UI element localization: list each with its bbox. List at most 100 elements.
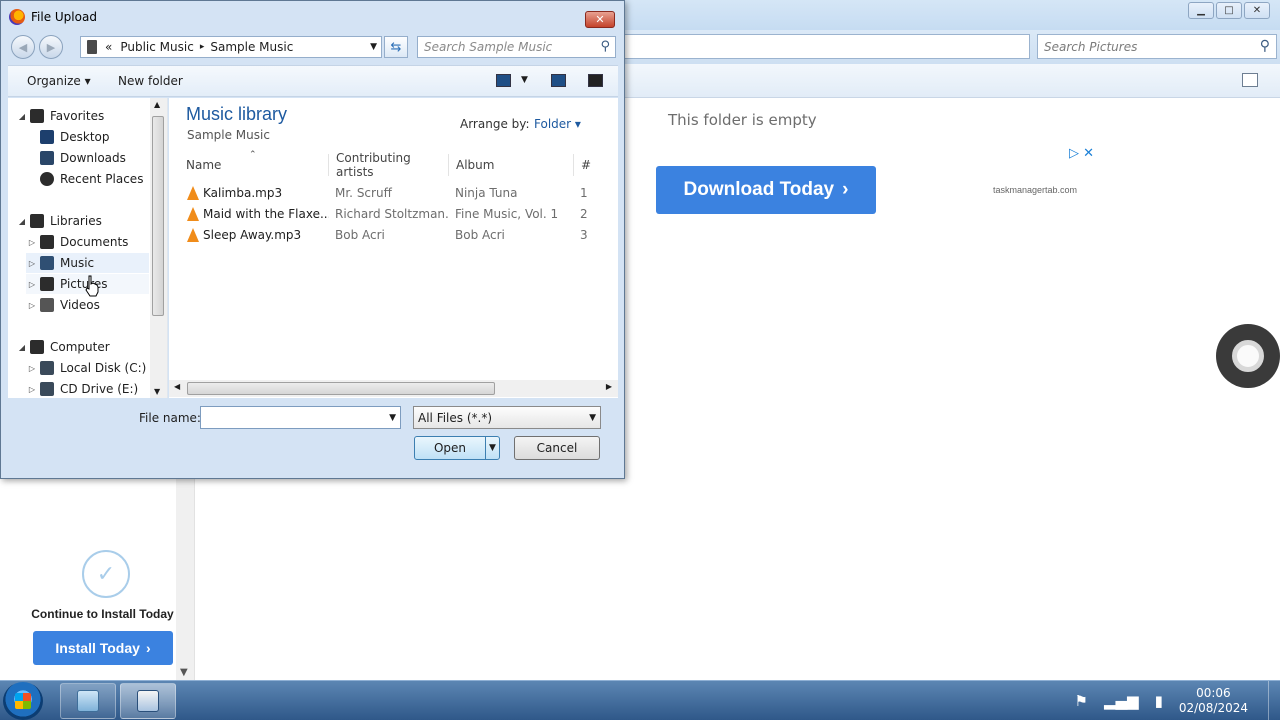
column-header-artists[interactable]: Contributing artists [329, 151, 449, 179]
expand-triangle-icon[interactable]: ▷ [26, 385, 38, 394]
arrange-by-dropdown[interactable]: Folder ▾ [534, 117, 581, 131]
check-icon: ✓ [96, 561, 116, 587]
nav-downloads[interactable]: Downloads [26, 148, 126, 168]
chevron-down-icon[interactable]: ▼ [389, 413, 396, 423]
nav-favorites[interactable]: ◢ Favorites [16, 106, 104, 126]
expand-triangle-icon[interactable]: ▷ [26, 301, 38, 310]
file-list-pane: Music library Sample Music Arrange by: F… [169, 98, 618, 398]
nav-videos[interactable]: ▷ Videos [26, 295, 100, 315]
forward-button[interactable]: ▶ [39, 35, 63, 59]
explorer-left-scrollbar[interactable]: ▼ [176, 478, 194, 680]
download-today-button[interactable]: Download Today › [656, 166, 876, 214]
explorer-search-input[interactable]: Search Pictures ⚲ [1037, 34, 1277, 59]
file-type-filter[interactable]: All Files (*.*) ▼ [413, 406, 601, 429]
vlc-file-icon [187, 207, 199, 221]
start-button[interactable] [3, 682, 43, 720]
maximize-button[interactable]: □ [1216, 2, 1242, 19]
file-row[interactable]: Sleep Away.mp3 Bob Acri Bob Acri 3 [179, 225, 609, 245]
cancel-button[interactable]: Cancel [514, 436, 600, 460]
close-button[interactable]: ✕ [1244, 2, 1270, 19]
chevron-down-icon[interactable]: ▼ [589, 413, 596, 423]
ad-domain: taskmanagertab.com [993, 185, 1078, 195]
open-options-dropdown-icon[interactable]: ▼ [485, 437, 499, 459]
dialog-toolbar: Organize ▾ New folder ▼ [8, 65, 618, 97]
file-row[interactable]: Kalimba.mp3 Mr. Scruff Ninja Tuna 1 [179, 183, 609, 203]
minimize-button[interactable]: ▁ [1188, 2, 1214, 19]
scroll-down-icon[interactable]: ▼ [154, 387, 160, 396]
nav-item-label: Recent Places [60, 172, 144, 186]
nav-computer[interactable]: ◢ Computer [16, 337, 110, 357]
action-center-flag-icon[interactable]: ⚑ [1075, 692, 1088, 710]
expand-triangle-icon[interactable]: ▷ [26, 259, 38, 268]
taskbar-explorer[interactable] [120, 683, 176, 719]
new-folder-button[interactable]: New folder [118, 74, 183, 88]
scroll-down-icon[interactable]: ▼ [180, 667, 188, 678]
preview-pane-icon[interactable] [551, 74, 566, 87]
install-today-label: Install Today [55, 640, 140, 656]
column-header-name[interactable]: Name [179, 154, 329, 176]
file-name-field[interactable]: ▼ [200, 406, 401, 429]
breadcrumb-sample-music[interactable]: Sample Music [210, 40, 293, 54]
nav-documents[interactable]: ▷ Documents [26, 232, 128, 252]
search-icon[interactable]: ⚲ [1260, 38, 1270, 54]
nav-item-label: Videos [60, 298, 100, 312]
expand-triangle-icon[interactable]: ▷ [26, 364, 38, 373]
search-icon[interactable]: ⚲ [600, 39, 610, 54]
scrollbar-thumb[interactable] [152, 116, 164, 316]
file-type-filter-value: All Files (*.*) [418, 411, 493, 425]
explorer-address-bar[interactable] [620, 34, 1030, 59]
dialog-close-button[interactable]: ✕ [585, 11, 615, 28]
show-desktop-button[interactable] [1268, 681, 1280, 720]
file-name: Kalimba.mp3 [203, 186, 283, 200]
nav-cd-drive[interactable]: ▷ CD Drive (E:) [26, 379, 138, 398]
file-name-input[interactable] [201, 407, 381, 428]
back-button[interactable]: ◀ [11, 35, 35, 59]
dialog-title-bar: File Upload [9, 9, 97, 25]
file-album: Fine Music, Vol. 1 [455, 207, 559, 221]
ad-close-icon[interactable]: ▷ ✕ [1069, 146, 1094, 161]
battery-icon[interactable]: ▮ [1155, 692, 1163, 710]
change-view-icon[interactable] [1242, 73, 1258, 87]
help-icon[interactable] [588, 74, 603, 87]
nav-music[interactable]: ▷ Music [26, 253, 149, 273]
pictures-icon [40, 277, 54, 291]
dialog-search-input[interactable]: Search Sample Music ⚲ [417, 36, 616, 58]
taskbar-recycle-bin[interactable] [60, 683, 116, 719]
expand-triangle-icon[interactable]: ▷ [26, 238, 38, 247]
install-today-button[interactable]: Install Today › [33, 631, 173, 665]
file-list-horizontal-scrollbar[interactable]: ◀ ▶ [169, 380, 618, 397]
floating-widget-button[interactable] [1216, 324, 1280, 388]
file-row[interactable]: Maid with the Flaxe... Richard Stoltzman… [179, 204, 609, 224]
breadcrumb-separator-icon[interactable]: ▸ [200, 42, 205, 52]
column-header-number[interactable]: # [574, 154, 604, 176]
nav-local-disk[interactable]: ▷ Local Disk (C:) [26, 358, 146, 378]
refresh-button[interactable]: ⇆ [384, 36, 408, 58]
scroll-left-icon[interactable]: ◀ [174, 382, 180, 391]
nav-libraries[interactable]: ◢ Libraries [16, 211, 102, 231]
chevron-down-icon[interactable]: ▼ [370, 42, 377, 52]
view-options-dropdown-icon[interactable]: ▼ [521, 75, 528, 85]
path-breadcrumb[interactable]: « Public Music ▸ Sample Music ▼ [80, 36, 382, 58]
collapse-triangle-icon[interactable]: ◢ [16, 343, 28, 352]
system-clock[interactable]: 00:06 02/08/2024 [1179, 686, 1248, 716]
column-header-album[interactable]: Album [449, 154, 574, 176]
breadcrumb-overflow[interactable]: « [105, 40, 112, 54]
network-signal-icon[interactable]: ▂▄▆ [1104, 692, 1139, 710]
open-button[interactable]: Open ▼ [414, 436, 500, 460]
expand-triangle-icon[interactable]: ▷ [26, 280, 38, 289]
scroll-up-icon[interactable]: ▲ [154, 100, 160, 109]
nav-desktop[interactable]: Desktop [26, 127, 110, 147]
ad-choices[interactable]: ▷ ✕ [1069, 146, 1094, 161]
file-track-number: 1 [580, 186, 588, 200]
videos-icon [40, 298, 54, 312]
navigation-scrollbar[interactable]: ▲ ▼ [150, 98, 167, 398]
organize-menu[interactable]: Organize ▾ [27, 74, 91, 88]
scrollbar-thumb[interactable] [187, 382, 495, 395]
file-upload-dialog: File Upload ✕ ◀ ▶ « Public Music ▸ Sampl… [0, 0, 625, 479]
change-view-icon[interactable] [496, 74, 511, 87]
breadcrumb-public-music[interactable]: Public Music [120, 40, 193, 54]
collapse-triangle-icon[interactable]: ◢ [16, 112, 28, 121]
collapse-triangle-icon[interactable]: ◢ [16, 217, 28, 226]
nav-recent-places[interactable]: Recent Places [26, 169, 143, 189]
scroll-right-icon[interactable]: ▶ [606, 382, 612, 391]
